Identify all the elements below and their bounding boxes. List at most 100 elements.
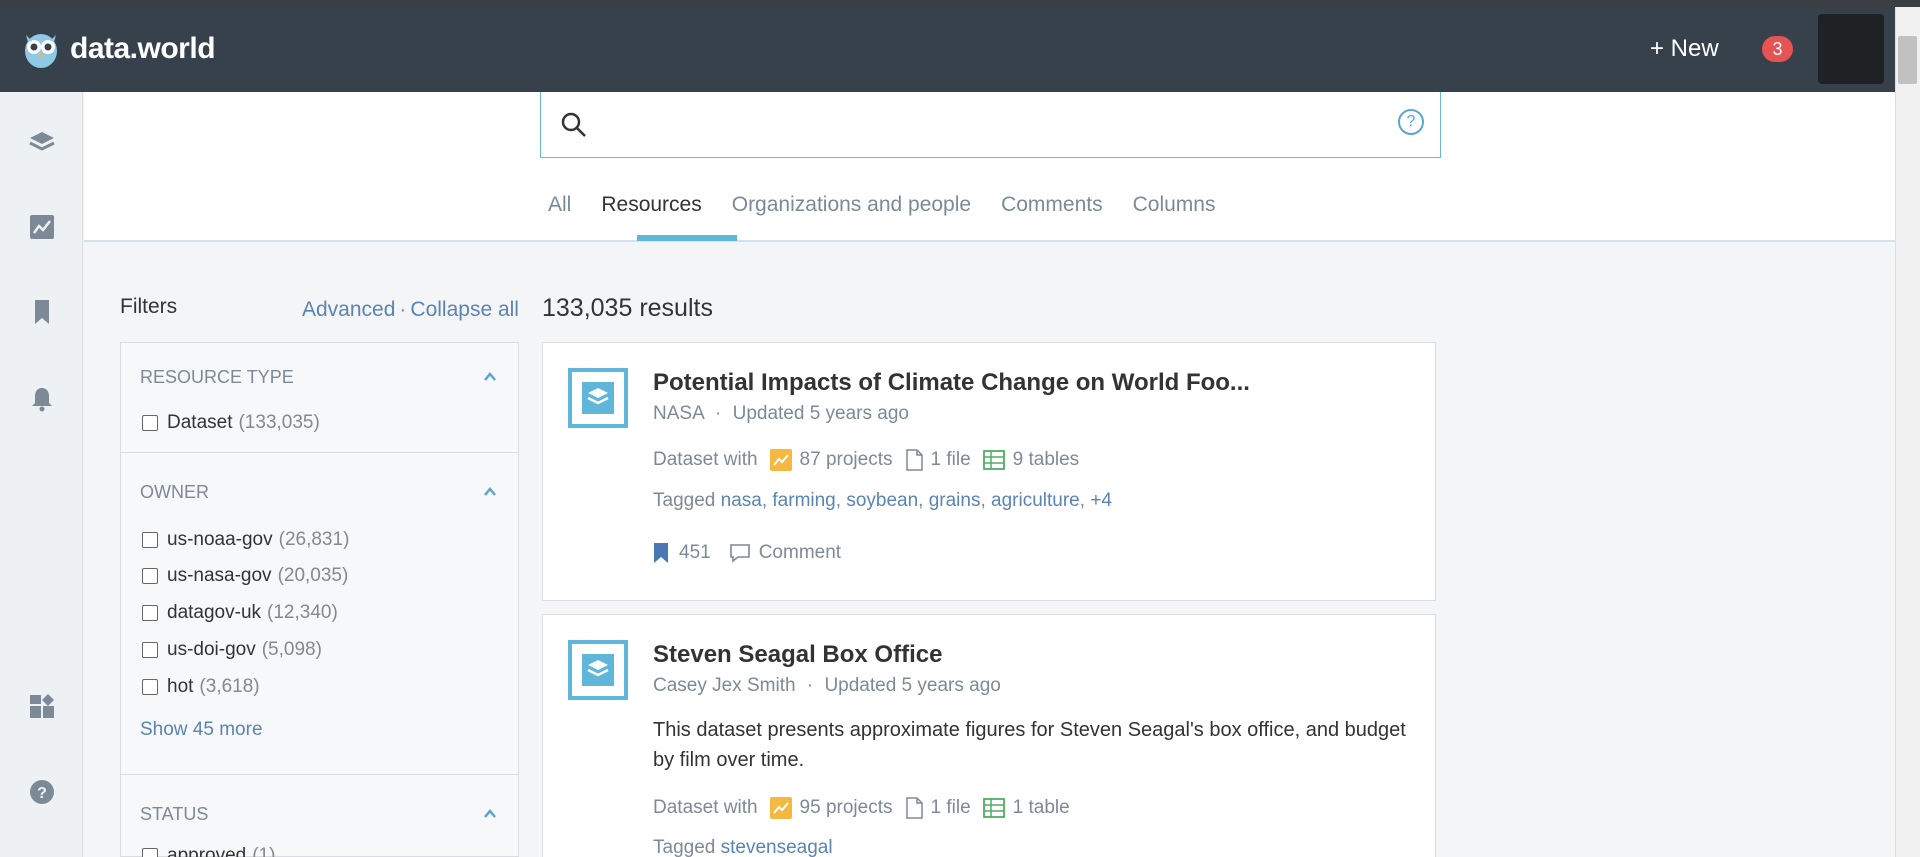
result-description: This dataset presents approximate figure… [653,719,1406,771]
tag-link[interactable]: farming [772,490,835,511]
left-nav-rail: ? [0,92,83,857]
page-scrollbar[interactable] [1895,7,1920,857]
comment-icon[interactable] [729,543,751,563]
dataset-with-label: Dataset with [653,797,758,818]
layers-icon [582,654,614,686]
filter-option[interactable]: datagov-uk (12,340) [142,602,338,624]
file-icon [905,449,923,471]
option-label: datagov-uk [167,602,262,623]
tag-link[interactable]: grains [929,490,981,511]
owner-link[interactable]: NASA [653,403,704,424]
owner-link[interactable]: Casey Jex Smith [653,675,796,696]
tag-link[interactable]: nasa [721,490,762,511]
active-tab-indicator [637,235,737,241]
owl-logo-icon [25,34,57,68]
tables-count: 9 tables [1012,449,1080,470]
result-title[interactable]: Steven Seagal Box Office [653,641,942,669]
checkbox[interactable] [142,415,158,431]
tab-resources[interactable]: Resources [601,193,701,217]
option-label: us-nasa-gov [167,565,272,586]
filter-option[interactable]: us-noaa-gov (26,831) [142,529,349,551]
checkbox[interactable] [142,532,158,548]
separator-dot: · [399,298,407,321]
bookmark-icon[interactable] [653,542,669,564]
filter-option[interactable]: Dataset (133,035) [142,412,320,434]
projects-icon [769,797,792,819]
search-input[interactable]: ? [540,92,1441,158]
result-title[interactable]: Potential Impacts of Climate Change on W… [653,369,1250,397]
tag-link[interactable]: stevenseagal [721,837,833,857]
option-count: (20,035) [277,565,349,586]
collapse-all-link[interactable]: Collapse all [410,298,519,321]
option-count: (3,618) [199,676,260,697]
option-count: (5,098) [261,639,322,660]
advanced-link[interactable]: Advanced [302,298,395,321]
filter-section-owner: OWNER us-noaa-gov (26,831) us-nasa-gov (20… [121,453,518,775]
separator-dot: · [806,675,814,696]
projects-count[interactable]: 95 projects [800,797,893,819]
separator-dot: · [714,403,722,424]
filter-section-resource-type: RESOURCE TYPE Dataset (133,035) [121,343,518,453]
checkbox[interactable] [142,679,158,695]
show-more-link[interactable]: Show 45 more [140,719,263,741]
checkbox[interactable] [142,848,158,857]
updated-text: Updated 5 years ago [732,403,909,424]
chevron-up-icon[interactable] [483,807,497,821]
tab-organizations-and-people[interactable]: Organizations and people [732,193,971,217]
brand-logo[interactable]: data.world [24,29,216,69]
option-label: approved [167,845,247,857]
search-tabs: All Resources Organizations and people C… [548,193,1245,217]
filter-panel: RESOURCE TYPE Dataset (133,035) OWNER us-… [120,342,519,857]
brand-name: data.world [70,32,216,65]
table-icon [982,450,1005,470]
option-count: (12,340) [267,602,338,623]
filter-option[interactable]: us-doi-gov (5,098) [142,639,322,661]
checkbox[interactable] [142,568,158,584]
file-icon [905,797,923,819]
filter-section-heading: OWNER [140,482,209,502]
option-count: (26,831) [278,529,350,550]
tab-all[interactable]: All [548,193,571,217]
filter-option[interactable]: approved (1) [142,845,275,857]
comment-link[interactable]: Comment [759,542,841,564]
tab-columns[interactable]: Columns [1133,193,1216,217]
projects-count[interactable]: 87 projects [800,449,893,471]
search-icon [561,112,586,137]
new-button[interactable]: + New [1650,35,1719,63]
notifications-icon[interactable] [27,384,57,414]
projects-icon[interactable] [27,212,57,242]
help-circle-icon[interactable]: ? [27,777,57,807]
files-count: 1 file [930,449,971,470]
datasets-icon[interactable] [27,127,57,157]
option-label: us-doi-gov [167,639,256,660]
bookmarks-icon[interactable] [27,297,57,327]
result-card[interactable]: Steven Seagal Box Office Casey Jex Smith… [542,614,1436,857]
scrollbar-thumb[interactable] [1898,36,1917,84]
chevron-up-icon[interactable] [483,485,497,499]
tables-count: 1 table [1012,797,1070,818]
dataset-icon [568,368,628,428]
notification-badge[interactable]: 3 [1762,36,1793,62]
projects-icon [769,449,792,471]
user-avatar[interactable] [1818,14,1884,84]
layers-icon [582,382,614,414]
dashboard-icon[interactable] [27,692,57,722]
checkbox[interactable] [142,642,158,658]
stats-row: Dataset with 87 projects 1 file 9 tables [653,449,1079,471]
tag-link[interactable]: soybean [846,490,918,511]
more-tags-link[interactable]: +4 [1090,490,1112,511]
filter-option[interactable]: us-nasa-gov (20,035) [142,565,348,587]
tab-comments[interactable]: Comments [1001,193,1103,217]
tagged-label: Tagged [653,837,716,857]
tag-link[interactable]: agriculture [991,490,1080,511]
filters-heading: Filters [120,295,178,318]
tagged-label: Tagged [653,490,716,511]
search-help-icon[interactable]: ? [1398,109,1424,135]
bookmark-count: 451 [679,542,711,563]
filter-option[interactable]: hot (3,618) [142,676,260,698]
top-header: data.world + New 3 [0,7,1895,92]
chevron-up-icon[interactable] [483,370,497,384]
result-card[interactable]: Potential Impacts of Climate Change on W… [542,342,1436,601]
filters-links: Advanced · Collapse all [302,298,519,322]
checkbox[interactable] [142,605,158,621]
